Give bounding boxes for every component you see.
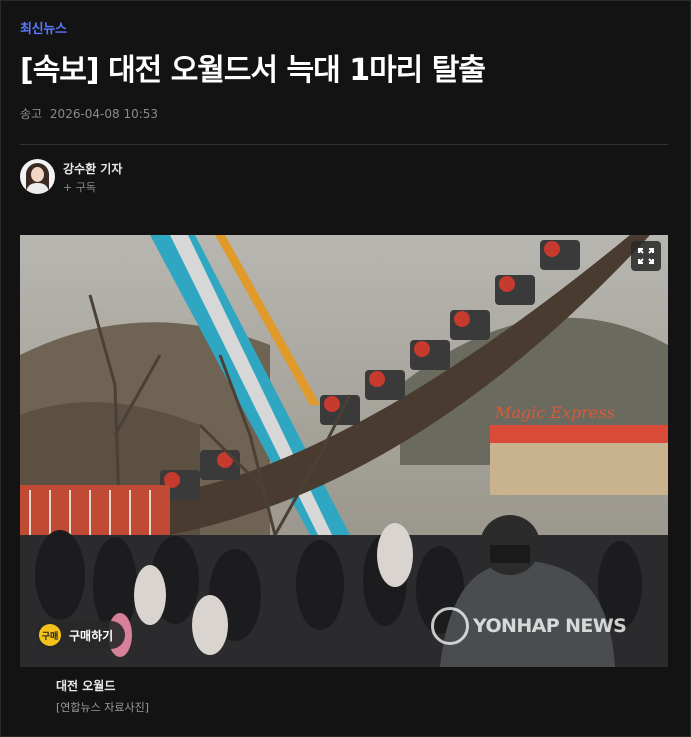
subscribe-button[interactable]: + 구독 [63, 179, 96, 195]
headline: [속보] 대전 오월드서 늑대 1마리 탈출 [20, 53, 486, 88]
author-avatar[interactable] [20, 159, 55, 194]
category-label[interactable]: 최신뉴스 [20, 18, 67, 37]
divider [20, 144, 668, 145]
expand-icon [638, 248, 654, 264]
article-photo: Magic Express [20, 235, 668, 667]
photo-caption: 대전 오월드 [56, 679, 116, 693]
expand-button[interactable] [631, 241, 661, 271]
watermark: YONHAP NEWS [431, 607, 627, 645]
publish-time: 2026-04-08 10:53 [49, 107, 159, 121]
publish-label: 송고 [20, 107, 43, 121]
buy-photo-button[interactable]: 구매 구매하기 [35, 621, 126, 649]
article-page: 최신뉴스 [속보] 대전 오월드서 늑대 1마리 탈출 송고 2026-04-0… [0, 0, 691, 737]
publish-meta: 송고 2026-04-08 10:53 [20, 105, 158, 122]
photo-credit: [연합뉴스 자료사진] [56, 701, 150, 714]
author-name[interactable]: 강수환 기자 [63, 160, 122, 177]
buy-label: 구매하기 [69, 628, 114, 643]
buy-badge-icon: 구매 [39, 624, 61, 646]
amusement-park-photo: Magic Express [20, 235, 668, 667]
park-sign: Magic Express [494, 403, 615, 422]
yonhap-logo-icon [431, 607, 469, 645]
watermark-text: YONHAP NEWS [473, 615, 627, 637]
